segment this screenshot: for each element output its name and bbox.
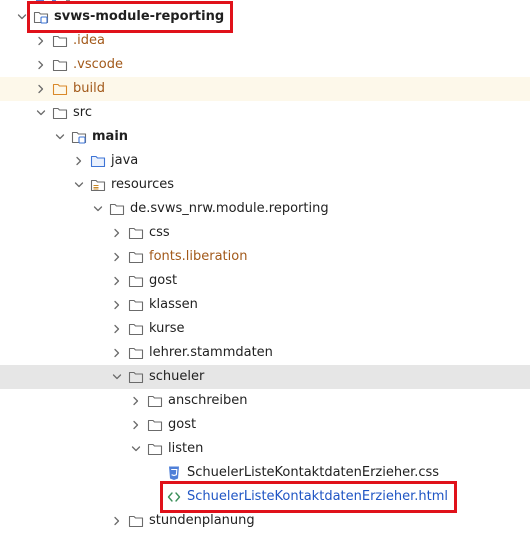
tree-item-label: gost (149, 273, 178, 288)
excluded-folder-icon (52, 81, 68, 97)
tree-folder-item[interactable]: css (0, 221, 530, 245)
tree-item-label: gost (168, 417, 197, 432)
chevron-down-icon[interactable] (73, 179, 85, 191)
tree-folder-item[interactable]: svws-module-reporting (0, 5, 530, 29)
tree-item-label: .vscode (73, 57, 123, 72)
module-folder-icon (33, 9, 49, 25)
chevron-down-icon[interactable] (35, 107, 47, 119)
tree-item-label: anschreiben (168, 393, 248, 408)
tree-folder-item[interactable]: main (0, 125, 530, 149)
css-file-icon (166, 465, 182, 481)
chevron-right-icon[interactable] (35, 35, 47, 47)
resources-folder-icon (90, 177, 106, 193)
chevron-right-icon[interactable] (111, 275, 123, 287)
tree-folder-item[interactable]: schueler (0, 365, 530, 389)
tree-folder-item[interactable]: java (0, 149, 530, 173)
tree-folder-item[interactable]: de.svws_nrw.module.reporting (0, 197, 530, 221)
tree-folder-item[interactable]: stundenplanung (0, 509, 530, 533)
chevron-right-icon[interactable] (111, 299, 123, 311)
chevron-right-icon[interactable] (130, 395, 142, 407)
tree-folder-item[interactable]: fonts.liberation (0, 245, 530, 269)
tree-folder-item[interactable]: .vscode (0, 53, 530, 77)
folder-icon (128, 273, 144, 289)
tree-item-label: SchuelerListeKontaktdatenErzieher.html (187, 489, 448, 504)
folder-icon (147, 441, 163, 457)
chevron-down-icon[interactable] (111, 371, 123, 383)
folder-icon (128, 321, 144, 337)
folder-icon (128, 345, 144, 361)
folder-icon (52, 33, 68, 49)
tree-item-label: svws-module-reporting (54, 9, 225, 24)
folder-icon (128, 369, 144, 385)
tree-item-label: schueler (149, 369, 205, 384)
folder-icon (109, 201, 125, 217)
chevron-right-icon[interactable] (111, 347, 123, 359)
tree-folder-item[interactable]: build (0, 77, 530, 101)
tree-folder-item[interactable]: src (0, 101, 530, 125)
tree-item-label: .idea (73, 33, 105, 48)
tree-item-label: java (111, 153, 139, 168)
tree-file-item[interactable]: SchuelerListeKontaktdatenErzieher.html (0, 485, 530, 509)
tree-item-label: listen (168, 441, 204, 456)
tree-folder-item[interactable]: anschreiben (0, 389, 530, 413)
folder-icon (128, 513, 144, 529)
tree-item-label: de.svws_nrw.module.reporting (130, 201, 329, 216)
folder-icon (147, 417, 163, 433)
tree-folder-item[interactable]: gost (0, 269, 530, 293)
tree-item-label: stundenplanung (149, 513, 255, 528)
tree-item-label: fonts.liberation (149, 249, 248, 264)
tree-item-label: kurse (149, 321, 185, 336)
tree-folder-item[interactable]: listen (0, 437, 530, 461)
module-folder-icon (71, 129, 87, 145)
chevron-right-icon[interactable] (111, 515, 123, 527)
folder-icon (128, 225, 144, 241)
tree-item-label: SchuelerListeKontaktdatenErzieher.css (187, 465, 440, 480)
chevron-down-icon[interactable] (54, 131, 66, 143)
tree-folder-item[interactable]: .idea (0, 29, 530, 53)
chevron-right-icon[interactable] (111, 323, 123, 335)
tree-file-item[interactable]: SchuelerListeKontaktdatenErzieher.css (0, 461, 530, 485)
tree-item-label: lehrer.stammdaten (149, 345, 273, 360)
chevron-right-icon[interactable] (35, 59, 47, 71)
tree-item-label: klassen (149, 297, 198, 312)
chevron-right-icon[interactable] (111, 251, 123, 263)
tree-folder-item[interactable]: klassen (0, 293, 530, 317)
tree-folder-item[interactable]: resources (0, 173, 530, 197)
html-file-icon (166, 489, 182, 505)
chevron-right-icon[interactable] (130, 419, 142, 431)
tree-item-label: resources (111, 177, 175, 192)
tree-folder-item[interactable]: kurse (0, 317, 530, 341)
chevron-right-icon[interactable] (35, 83, 47, 95)
chevron-down-icon[interactable] (16, 11, 28, 23)
tree-folder-item[interactable]: gost (0, 413, 530, 437)
chevron-down-icon[interactable] (130, 443, 142, 455)
tree-folder-item[interactable]: lehrer.stammdaten (0, 341, 530, 365)
chevron-right-icon[interactable] (111, 227, 123, 239)
folder-icon (128, 249, 144, 265)
folder-icon (147, 393, 163, 409)
chevron-right-icon[interactable] (73, 155, 85, 167)
source-folder-icon (90, 153, 106, 169)
chevron-down-icon[interactable] (92, 203, 104, 215)
folder-icon (52, 57, 68, 73)
tree-item-label: main (92, 129, 129, 144)
tree-item-label: build (73, 81, 105, 96)
tree-item-label: src (73, 105, 92, 120)
folder-icon (52, 105, 68, 121)
tree-item-label: css (149, 225, 170, 240)
folder-icon (128, 297, 144, 313)
